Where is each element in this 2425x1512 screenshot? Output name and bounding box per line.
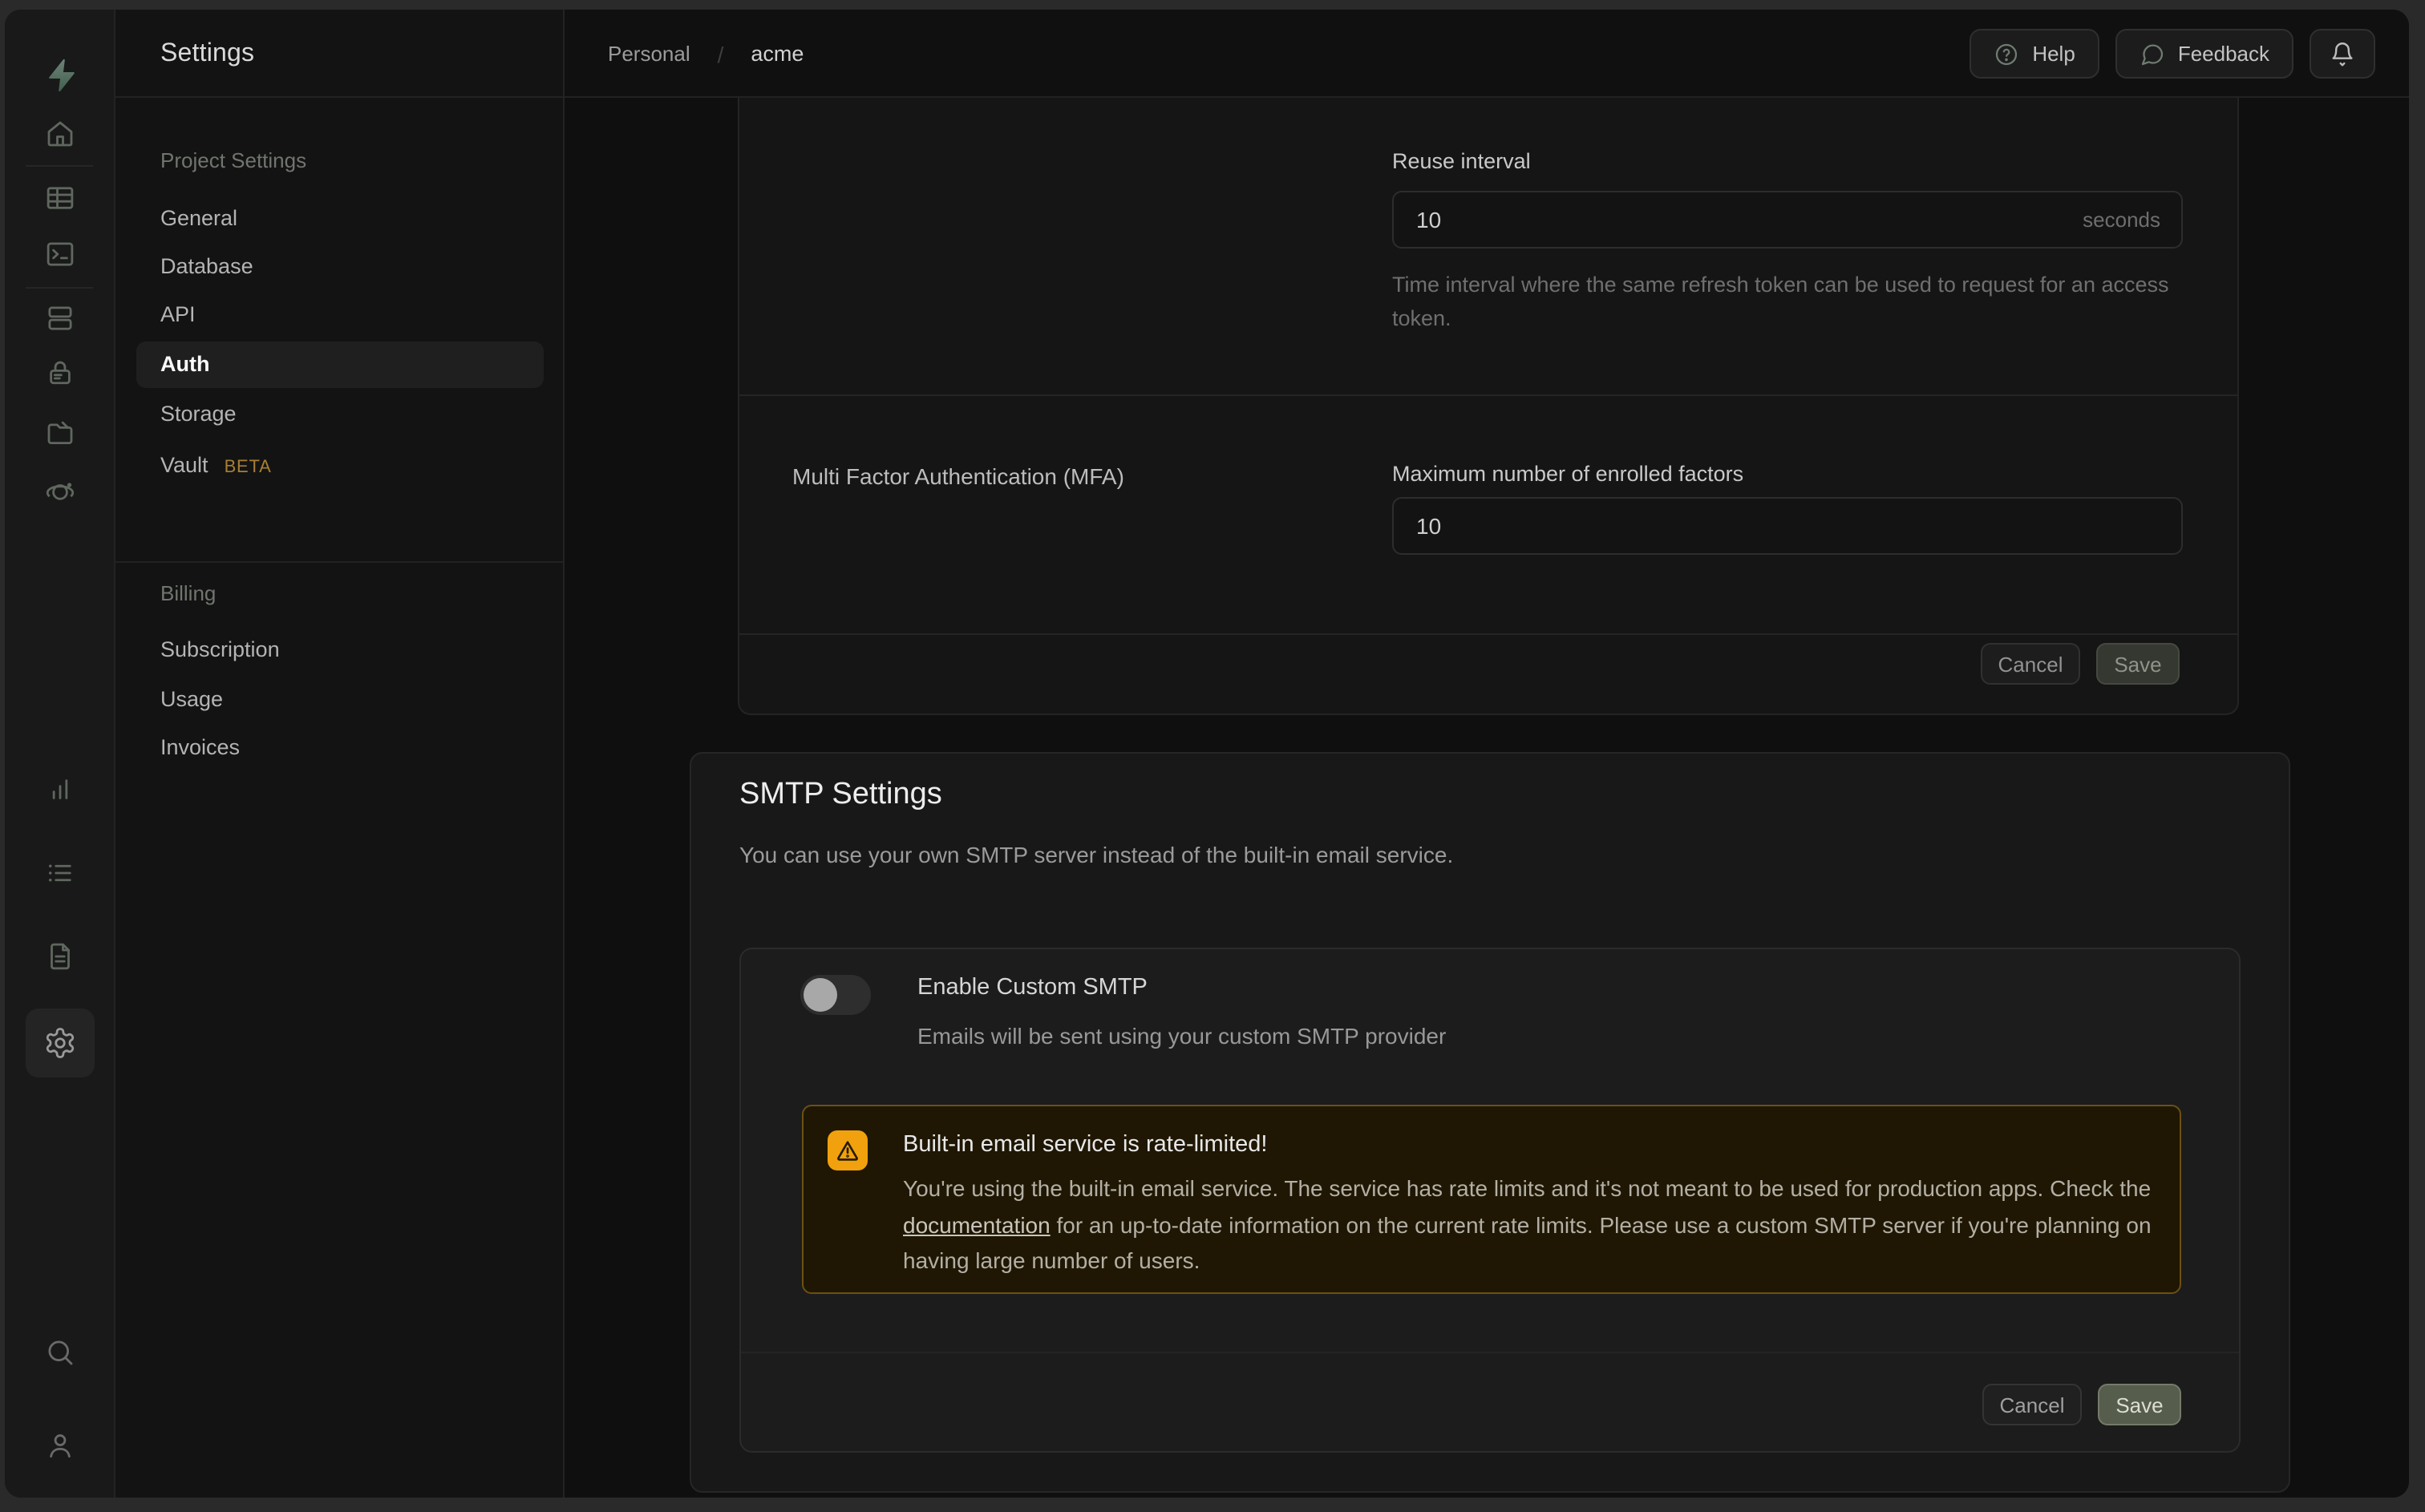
user-icon[interactable] <box>43 1429 77 1462</box>
nav-divider <box>115 561 563 563</box>
settings-gear-icon <box>43 1026 77 1060</box>
mfa-max-factors-input[interactable] <box>1392 497 2183 555</box>
docs-icon[interactable] <box>43 940 77 973</box>
breadcrumb: Personal / acme <box>608 10 804 98</box>
enable-custom-smtp-description: Emails will be sent using your custom SM… <box>917 1023 1446 1049</box>
mfa-section-label: Multi Factor Authentication (MFA) <box>792 463 1124 489</box>
warning-text-before: You're using the built-in email service.… <box>903 1175 2151 1201</box>
nav-item-auth[interactable]: Auth <box>160 352 210 376</box>
enable-custom-smtp-label: Enable Custom SMTP <box>917 975 1148 1001</box>
icon-rail <box>5 10 115 1498</box>
logs-icon[interactable] <box>43 856 77 890</box>
auth-lock-icon[interactable] <box>43 356 77 390</box>
smtp-section-title: SMTP Settings <box>739 778 942 813</box>
settings-active-tile[interactable] <box>26 1009 95 1077</box>
feedback-button-label: Feedback <box>2178 42 2269 66</box>
mfa-max-factors-field <box>1392 497 2183 555</box>
toggle-knob <box>804 978 837 1012</box>
nav-section-project-settings: Project Settings <box>160 148 306 172</box>
reports-icon[interactable] <box>43 773 77 807</box>
nav-item-vault-label: Vault <box>160 453 208 477</box>
cancel-button[interactable]: Cancel <box>1982 1384 2082 1425</box>
search-icon[interactable] <box>43 1336 77 1369</box>
reuse-interval-help: Time interval where the same refresh tok… <box>1392 268 2202 335</box>
table-editor-icon[interactable] <box>43 181 77 215</box>
nav-section-billing: Billing <box>160 581 216 605</box>
rate-limit-warning-banner: Built-in email service is rate-limited! … <box>802 1105 2181 1294</box>
storage-icon[interactable] <box>43 415 77 449</box>
help-button[interactable]: Help <box>1970 29 2099 79</box>
save-button[interactable]: Save <box>2096 643 2180 685</box>
cancel-button[interactable]: Cancel <box>1981 643 2080 685</box>
nav-item-storage[interactable]: Storage <box>160 402 237 426</box>
card-footer-divider <box>739 633 2237 635</box>
sql-editor-icon[interactable] <box>43 237 77 271</box>
home-icon[interactable] <box>43 117 77 151</box>
reuse-interval-field: seconds <box>1392 191 2183 249</box>
nav-item-database[interactable]: Database <box>160 254 253 278</box>
bell-icon <box>2329 38 2356 69</box>
breadcrumb-project[interactable]: acme <box>751 42 804 66</box>
feedback-button[interactable]: Feedback <box>2115 29 2293 79</box>
breadcrumb-separator: / <box>718 41 724 67</box>
header-actions: Help Feedback <box>1970 29 2375 79</box>
database-icon[interactable] <box>43 301 77 335</box>
reuse-interval-unit: seconds <box>2083 208 2160 232</box>
nav-item-usage[interactable]: Usage <box>160 687 223 711</box>
mfa-max-factors-label: Maximum number of enrolled factors <box>1392 462 1743 486</box>
rail-divider <box>26 287 93 289</box>
nav-item-api[interactable]: API <box>160 302 196 326</box>
card-divider <box>739 394 2237 396</box>
nav-item-general[interactable]: General <box>160 206 237 230</box>
smtp-footer-divider <box>741 1352 2239 1353</box>
save-button[interactable]: Save <box>2098 1384 2181 1425</box>
warning-title: Built-in email service is rate-limited! <box>903 1132 1267 1158</box>
smtp-card-footer: Cancel Save <box>1982 1384 2181 1425</box>
screen: Settings Project Settings General Databa… <box>0 0 2425 1512</box>
breadcrumb-org[interactable]: Personal <box>608 42 690 66</box>
smtp-card: Enable Custom SMTP Emails will be sent u… <box>739 948 2241 1453</box>
help-circle-icon <box>1994 41 2019 67</box>
top-header: Personal / acme Help Feedback <box>565 10 2409 98</box>
smtp-section-subtitle: You can use your own SMTP server instead… <box>739 842 1453 867</box>
warning-body: You're using the built-in email service.… <box>903 1170 2186 1279</box>
rail-divider <box>26 165 93 167</box>
beta-badge: BETA <box>225 458 272 477</box>
auth-settings-card: Reuse interval seconds Time interval whe… <box>738 98 2239 715</box>
smtp-settings-section: SMTP Settings You can use your own SMTP … <box>690 752 2290 1493</box>
supabase-logo-icon[interactable] <box>42 56 80 95</box>
warning-triangle-icon <box>828 1130 868 1170</box>
settings-nav-panel: Settings Project Settings General Databa… <box>115 10 565 1498</box>
chat-bubble-icon <box>2140 41 2165 67</box>
auth-card-footer: Cancel Save <box>1981 643 2180 685</box>
help-button-label: Help <box>2032 42 2075 66</box>
main-content: Reuse interval seconds Time interval whe… <box>565 98 2409 1498</box>
reuse-interval-input[interactable] <box>1392 191 2183 249</box>
edge-functions-icon[interactable] <box>43 475 77 508</box>
page-title: Settings <box>115 10 563 98</box>
nav-item-subscription[interactable]: Subscription <box>160 637 280 661</box>
warning-text-after: for an up-to-date information on the cur… <box>903 1211 2152 1273</box>
documentation-link[interactable]: documentation <box>903 1211 1051 1237</box>
nav-item-invoices[interactable]: Invoices <box>160 735 240 759</box>
notifications-button[interactable] <box>2310 29 2375 79</box>
nav-item-vault[interactable]: Vault BETA <box>160 453 272 477</box>
app-window: Settings Project Settings General Databa… <box>5 10 2409 1498</box>
enable-custom-smtp-toggle[interactable] <box>800 975 871 1015</box>
reuse-interval-label: Reuse interval <box>1392 149 1531 173</box>
